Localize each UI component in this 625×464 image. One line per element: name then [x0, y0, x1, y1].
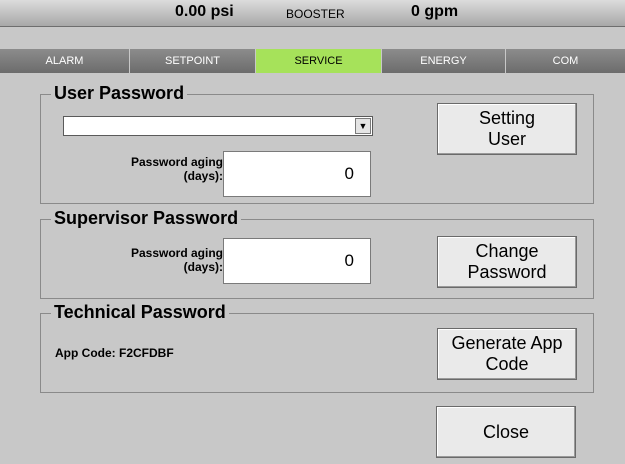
tab-service[interactable]: SERVICE — [256, 49, 382, 73]
generate-app-code-button-label: Generate App Code — [451, 333, 563, 374]
mode-readout: BOOSTER — [286, 7, 345, 21]
close-button-label: Close — [482, 421, 530, 442]
flow-readout: 0 gpm — [411, 3, 459, 20]
technical-password-title: Technical Password — [51, 302, 229, 323]
supervisor-password-group: Supervisor Password Password aging (days… — [40, 208, 594, 299]
user-password-group: User Password ▼ Password aging (days): 0… — [40, 83, 594, 204]
user-password-aging-label: Password aging (days): — [130, 155, 223, 183]
setting-user-button[interactable]: Setting User — [437, 103, 577, 155]
user-password-title: User Password — [51, 83, 188, 104]
tab-bar: ALARM SETPOINT SERVICE ENERGY COM — [0, 49, 625, 73]
user-password-aging-field[interactable]: 0 — [223, 151, 371, 197]
supervisor-password-aging-field[interactable]: 0 — [223, 238, 371, 284]
setting-user-button-label: Setting User — [478, 108, 536, 149]
status-bar: 0.00 psi BOOSTER 0 gpm — [0, 0, 625, 27]
chevron-down-icon[interactable]: ▼ — [355, 118, 371, 134]
pressure-readout: 0.00 psi — [175, 3, 234, 20]
generate-app-code-button[interactable]: Generate App Code — [437, 328, 577, 380]
tab-com[interactable]: COM — [506, 49, 625, 73]
app-code-label: App Code: — [55, 346, 116, 360]
app-code: App Code: F2CFDBF — [55, 346, 174, 360]
supervisor-password-aging-label: Password aging (days): — [130, 246, 223, 274]
technical-password-group: Technical Password App Code: F2CFDBF Gen… — [40, 302, 594, 393]
close-button[interactable]: Close — [436, 406, 576, 458]
change-password-button[interactable]: Change Password — [437, 236, 577, 288]
tab-energy[interactable]: ENERGY — [382, 49, 506, 73]
user-select[interactable]: ▼ — [63, 116, 373, 136]
supervisor-password-title: Supervisor Password — [51, 208, 242, 229]
tab-alarm[interactable]: ALARM — [0, 49, 130, 73]
app-code-value: F2CFDBF — [119, 346, 174, 360]
tab-setpoint[interactable]: SETPOINT — [130, 49, 256, 73]
change-password-button-label: Change Password — [467, 241, 547, 282]
